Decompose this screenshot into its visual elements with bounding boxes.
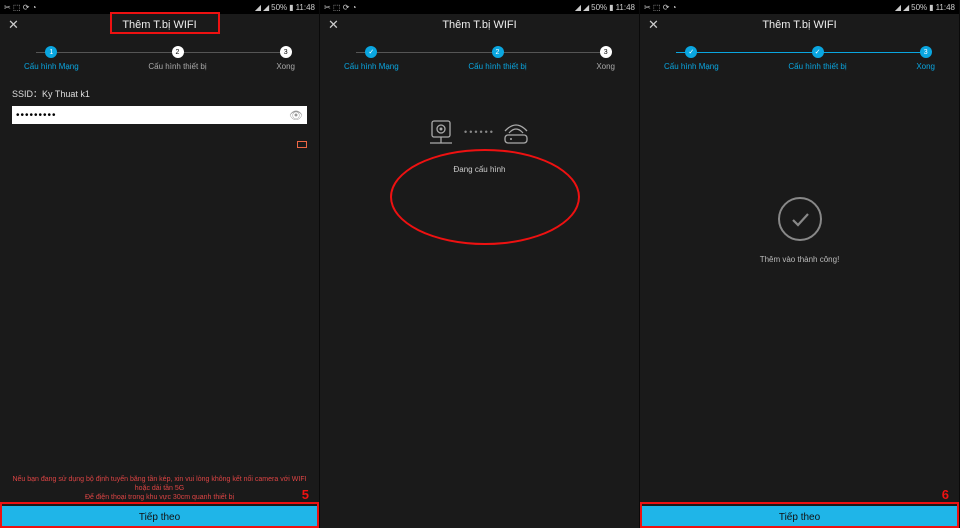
password-field-wrap[interactable]: 👁 [12, 106, 307, 124]
page-title: Thêm T.bị WIFI [762, 19, 836, 31]
step-label-1: Cấu hình Mạng [24, 62, 79, 71]
router-icon [499, 117, 533, 147]
connection-dots-icon: •••••• [464, 127, 495, 137]
step-label-1: Cấu hình Mạng [664, 62, 719, 71]
success-label: Thêm vào thành công! [760, 255, 840, 264]
battery-pct: 50% [591, 3, 607, 12]
battery-icon: ▮ [289, 3, 293, 12]
header: ✕ Thêm T.bị WIFI [0, 14, 319, 36]
progress-stepper: ✓ Cấu hình Mạng ✓ Cấu hình thiết bị 3 Xong [640, 36, 959, 77]
step-label-2: Cấu hình thiết bị [148, 62, 206, 71]
indicator-icon [297, 141, 307, 148]
screen-1-network-config: ✂ ⬚ ⟳ ◔ ◢ ◢ 50% ▮ 11:48 ✕ Thêm T.bị WIFI… [0, 0, 320, 528]
annotation-number: 6 [942, 487, 949, 502]
step-label-1: Cấu hình Mạng [344, 62, 399, 71]
status-icons-left: ✂ ⬚ ⟳ ◔ [4, 3, 36, 12]
step-label-2: Cấu hình thiết bị [468, 62, 526, 71]
screen-2-configuring: ✂ ⬚ ⟳ ◔ ◢ ◢ 50% ▮ 11:48 ✕ Thêm T.bị WIFI… [320, 0, 640, 528]
close-icon[interactable]: ✕ [648, 17, 659, 33]
configuring-label: Đang cấu hình [453, 165, 505, 174]
warning-line1: Nếu bạn đang sử dụng bộ định tuyến băng … [10, 475, 309, 493]
step-label-3: Xong [596, 62, 615, 71]
close-icon[interactable]: ✕ [328, 17, 339, 33]
status-icons-left: ✂ ⬚ ⟳ ◔ [324, 3, 356, 12]
page-title: Thêm T.bị WIFI [122, 19, 196, 31]
progress-stepper: 1 Cấu hình Mạng 2 Cấu hình thiết bị 3 Xong [0, 36, 319, 77]
signal-icon: ◢ [895, 3, 901, 12]
step-dot-2: 2 [492, 46, 504, 58]
pairing-graphic: •••••• [426, 117, 533, 147]
battery-icon: ▮ [929, 3, 933, 12]
status-icons-left: ✂ ⬚ ⟳ ◔ [644, 3, 676, 12]
clock: 11:48 [936, 3, 955, 12]
signal-icon: ◢ [903, 3, 909, 12]
annotation-number: 5 [302, 487, 309, 502]
warning-line2: Để điện thoại trong khu vực 30cm quanh t… [10, 493, 309, 502]
clock: 11:48 [616, 3, 635, 12]
header: ✕ Thêm T.bị WIFI [640, 14, 959, 36]
battery-pct: 50% [271, 3, 287, 12]
step-dot-2: ✓ [812, 46, 824, 58]
content-area: Thêm vào thành công! Tiếp theo [640, 77, 959, 528]
next-button[interactable]: Tiếp theo [640, 506, 959, 528]
progress-stepper: ✓ Cấu hình Mạng 2 Cấu hình thiết bị 3 Xong [320, 36, 639, 77]
step-dot-1: 1 [45, 46, 57, 58]
signal-icon: ◢ [263, 3, 269, 12]
next-button[interactable]: Tiếp theo [0, 506, 319, 528]
signal-icon: ◢ [255, 3, 261, 12]
status-bar: ✂ ⬚ ⟳ ◔ ◢ ◢ 50% ▮ 11:48 [0, 0, 319, 14]
battery-icon: ▮ [609, 3, 613, 12]
step-label-2: Cấu hình thiết bị [788, 62, 846, 71]
status-bar: ✂ ⬚ ⟳ ◔ ◢ ◢ 50% ▮ 11:48 [640, 0, 959, 14]
eye-icon[interactable]: 👁 [289, 109, 303, 122]
ssid-label: SSID：Ky Thuat k1 [12, 87, 307, 100]
status-bar: ✂ ⬚ ⟳ ◔ ◢ ◢ 50% ▮ 11:48 [320, 0, 639, 14]
camera-icon [426, 117, 460, 147]
page-title: Thêm T.bị WIFI [442, 19, 516, 31]
signal-icon: ◢ [583, 3, 589, 12]
step-dot-3: 3 [280, 46, 292, 58]
battery-pct: 50% [911, 3, 927, 12]
screen-3-done: ✂ ⬚ ⟳ ◔ ◢ ◢ 50% ▮ 11:48 ✕ Thêm T.bị WIFI… [640, 0, 960, 528]
step-dot-1: ✓ [365, 46, 377, 58]
step-label-3: Xong [916, 62, 935, 71]
header: ✕ Thêm T.bị WIFI [320, 14, 639, 36]
success-check-icon [778, 197, 822, 241]
step-dot-1: ✓ [685, 46, 697, 58]
warning-text: Nếu bạn đang sử dụng bộ định tuyến băng … [0, 475, 319, 502]
step-dot-2: 2 [172, 46, 184, 58]
signal-icon: ◢ [575, 3, 581, 12]
close-icon[interactable]: ✕ [8, 17, 19, 33]
content-area: •••••• Đang cấu hình [320, 77, 639, 528]
content-area: SSID：Ky Thuat k1 👁 Nếu bạn đang sử dụng … [0, 77, 319, 528]
step-dot-3: 3 [600, 46, 612, 58]
password-input[interactable] [16, 110, 289, 121]
step-label-3: Xong [276, 62, 295, 71]
clock: 11:48 [296, 3, 315, 12]
step-dot-3: 3 [920, 46, 932, 58]
